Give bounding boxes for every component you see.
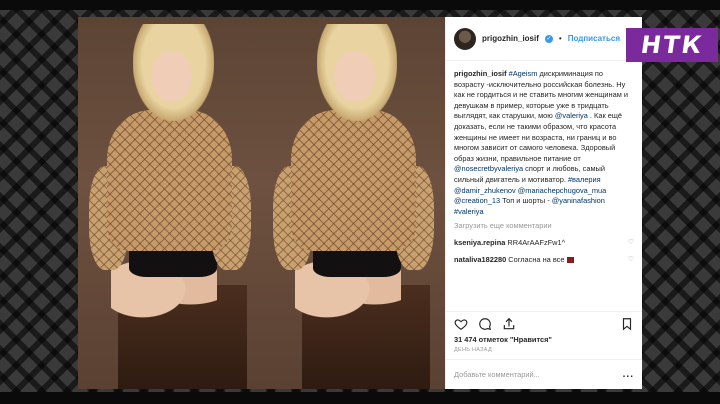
follow-button[interactable]: Подписаться [568, 34, 620, 43]
letterbox-top [0, 0, 720, 10]
logo-text: НТК [638, 31, 705, 59]
caption: prigozhin_iosif #Ageism дискриминация по… [454, 69, 634, 217]
comment-icon[interactable] [478, 317, 492, 331]
comment-author[interactable]: kseniya.repina [454, 238, 505, 247]
channel-logo: НТК [626, 28, 718, 62]
photo-left [78, 17, 262, 389]
action-bar [446, 311, 642, 335]
blouse [290, 110, 416, 252]
tag-nosecret[interactable]: @nosecretbyvaleriya [454, 164, 523, 173]
load-more-comments-button[interactable]: Загрузить еще комментарии [454, 221, 634, 232]
face [147, 46, 196, 107]
comment-text: Согласна на все [508, 254, 565, 264]
caption-text-4: Топ и шорты - [502, 196, 552, 206]
face [331, 46, 379, 107]
tag-creation[interactable]: @creation_13 [454, 196, 500, 205]
post-header: prigozhin_iosif ✓ • Подписаться [446, 17, 642, 61]
post-time: день назад [454, 347, 492, 353]
heart-icon[interactable] [454, 317, 468, 331]
comment-row: nataliva182280 Согласна на все ♡ [454, 255, 634, 266]
likes-count[interactable]: 31 474 отметок "Нравится" [446, 335, 642, 344]
instagram-post: prigozhin_iosif ✓ • Подписаться prigozhi… [78, 17, 642, 389]
header-username[interactable]: prigozhin_iosif [482, 34, 539, 43]
verified-badge-icon: ✓ [544, 34, 553, 43]
comment-like-heart-icon[interactable]: ♡ [628, 238, 634, 249]
tag-damir[interactable]: @damir_zhukenov [454, 186, 516, 195]
tag-hash-valeriya[interactable]: #валерия [568, 175, 601, 184]
more-options-button[interactable]: ... [623, 369, 634, 380]
header-separator: • [558, 34, 562, 43]
photo-right [261, 17, 445, 389]
post-photo[interactable] [78, 17, 445, 389]
emoji-icon [566, 256, 574, 263]
add-comment-input[interactable]: Добавьте комментарий... [454, 370, 540, 379]
likes-text: отметок "Нравится" [478, 335, 552, 344]
tag-yanina[interactable]: @yaninafashion [552, 196, 605, 205]
comment-text: RR4ArAAFzFw1^ [507, 237, 566, 247]
letterbox-bottom [0, 392, 720, 404]
tag-hash-valeriya-2[interactable]: #valeriya [454, 207, 484, 216]
post-sidebar: prigozhin_iosif ✓ • Подписаться prigozhi… [445, 17, 642, 389]
add-comment-bar: Добавьте комментарий... ... [446, 359, 642, 389]
comment-author[interactable]: nataliva182280 [454, 255, 506, 264]
avatar[interactable] [454, 27, 476, 50]
bookmark-icon[interactable] [620, 317, 634, 331]
likes-number: 31 474 [454, 335, 477, 344]
tag-maria[interactable]: @mariachepchugova_mua [518, 186, 606, 195]
tag-ageism[interactable]: #Ageism [509, 69, 538, 78]
blouse [107, 110, 233, 252]
caption-author[interactable]: prigozhin_iosif [454, 69, 507, 78]
tag-valeriya[interactable]: @valeriya [555, 111, 588, 120]
share-icon[interactable] [502, 317, 516, 331]
comment-like-heart-icon[interactable]: ♡ [628, 255, 634, 266]
comments-list: prigozhin_iosif #Ageism дискриминация по… [446, 61, 642, 311]
comment-row: kseniya.repina RR4ArAAFzFw1^ ♡ [454, 238, 634, 249]
